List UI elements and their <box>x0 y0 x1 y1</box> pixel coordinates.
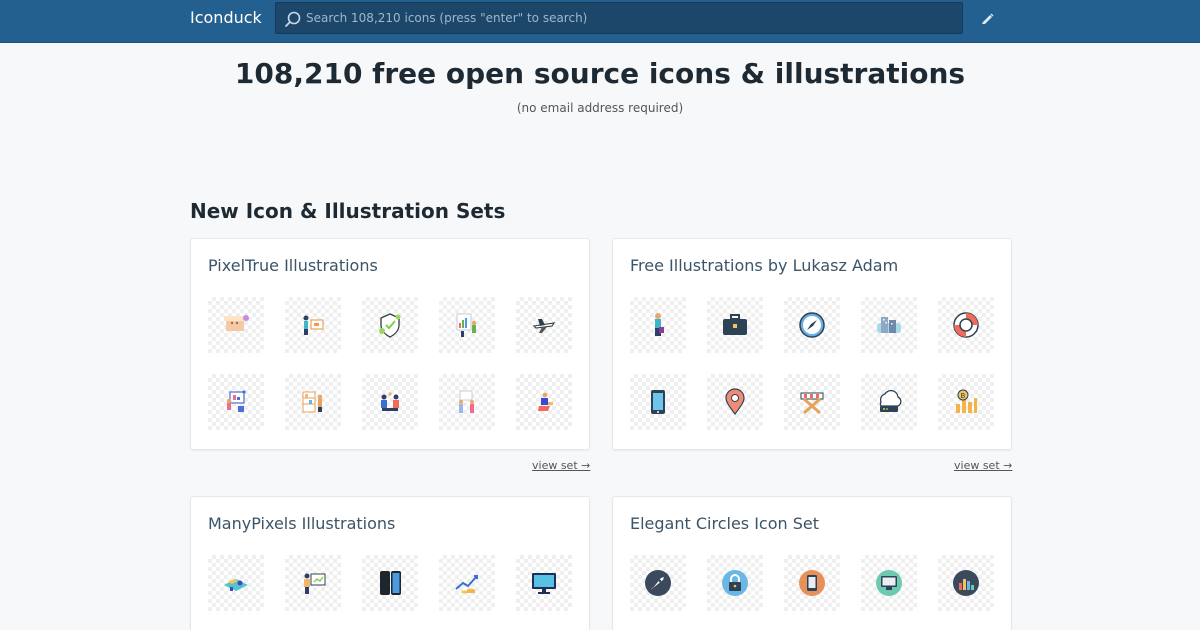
set-card-pixeltrue[interactable]: PixelTrue Illustrations <box>190 238 590 450</box>
set-card-lukasz-adam[interactable]: Free Illustrations by Lukasz Adam B <box>612 238 1012 450</box>
set-card-title[interactable]: ManyPixels Illustrations <box>208 514 395 533</box>
city-illustration[interactable] <box>861 297 917 353</box>
monitor-circle-icon[interactable] <box>861 555 917 611</box>
set-card-title[interactable]: PixelTrue Illustrations <box>208 256 378 275</box>
man-standing-illustration[interactable] <box>630 297 686 353</box>
bitcoin-chart-icon[interactable]: B <box>938 374 994 430</box>
page-title: 108,210 free open source icons & illustr… <box>234 57 966 90</box>
team-standing-illustration[interactable] <box>439 374 495 430</box>
set-card-title[interactable]: Elegant Circles Icon Set <box>630 514 819 533</box>
view-set-link[interactable]: view set → <box>954 459 1012 472</box>
tablet-circle-icon[interactable] <box>784 555 840 611</box>
map-pin-icon[interactable] <box>707 374 763 430</box>
svg-text:B: B <box>961 392 966 400</box>
lifebuoy-icon[interactable] <box>938 297 994 353</box>
isometric-map-illustration[interactable] <box>208 555 264 611</box>
page-subtitle: (no email address required) <box>516 101 684 115</box>
monitor-illustration[interactable] <box>516 555 572 611</box>
pencil-icon[interactable] <box>980 11 994 25</box>
set-card-elegant-circles[interactable]: Elegant Circles Icon Set <box>612 496 1012 630</box>
brand-logo[interactable]: Iconduck <box>190 0 262 36</box>
bar-chart-circle-icon[interactable] <box>938 555 994 611</box>
compass-icon[interactable] <box>784 297 840 353</box>
search-icon <box>285 11 301 27</box>
set-card-title[interactable]: Free Illustrations by Lukasz Adam <box>630 256 898 275</box>
section-title: New Icon & Illustration Sets <box>190 199 506 223</box>
plane-illustration[interactable] <box>516 297 572 353</box>
person-sitting-illustration[interactable] <box>516 374 572 430</box>
presenter-illustration[interactable] <box>208 374 264 430</box>
shield-plant-illustration[interactable] <box>362 297 418 353</box>
smartphone-icon[interactable] <box>630 374 686 430</box>
briefcase-icon[interactable] <box>707 297 763 353</box>
top-navbar: Iconduck <box>0 0 1200 43</box>
set-card-manypixels[interactable]: ManyPixels Illustrations <box>190 496 590 630</box>
shelves-people-illustration[interactable] <box>285 374 341 430</box>
growth-chart-illustration[interactable] <box>439 555 495 611</box>
person-board-illustration[interactable] <box>285 297 341 353</box>
lock-circle-icon[interactable] <box>707 555 763 611</box>
view-set-link[interactable]: view set → <box>532 459 590 472</box>
search-input[interactable] <box>306 3 946 33</box>
search-bar[interactable] <box>275 2 963 34</box>
cloud-server-icon[interactable] <box>861 374 917 430</box>
teacher-board-illustration[interactable] <box>285 555 341 611</box>
barrier-icon[interactable] <box>784 374 840 430</box>
phones-illustration[interactable] <box>362 555 418 611</box>
box-illustration[interactable] <box>208 297 264 353</box>
rocket-circle-icon[interactable] <box>630 555 686 611</box>
chart-people-illustration[interactable] <box>439 297 495 353</box>
meeting-illustration[interactable] <box>362 374 418 430</box>
